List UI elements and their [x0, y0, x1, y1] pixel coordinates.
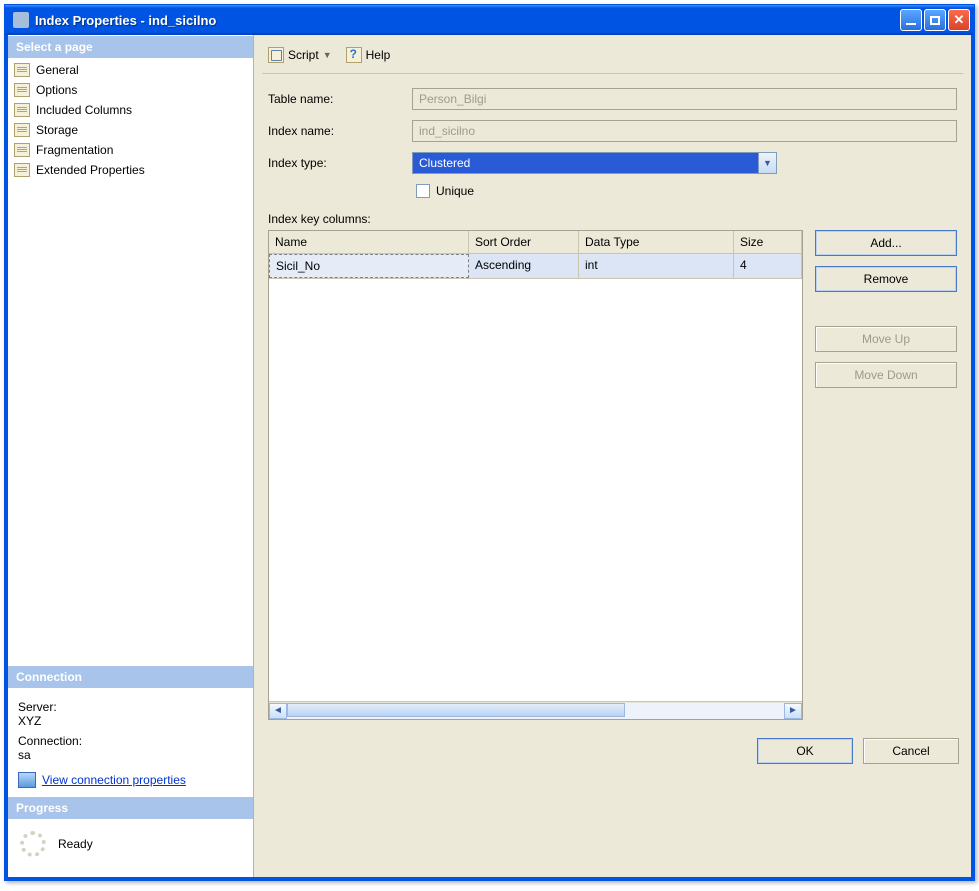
connection-value: sa: [18, 748, 243, 762]
help-label: Help: [366, 48, 391, 62]
page-icon: [14, 123, 30, 137]
window-title: Index Properties - ind_sicilno: [35, 13, 900, 28]
index-key-columns-label: Index key columns:: [268, 212, 957, 226]
sidebar-item-storage[interactable]: Storage: [8, 120, 253, 140]
page-list: General Options Included Columns Storage…: [8, 58, 253, 182]
index-name-label: Index name:: [268, 124, 408, 138]
sidebar-item-label: Included Columns: [36, 103, 132, 117]
sidebar-item-label: Options: [36, 83, 77, 97]
progress-header: Progress: [8, 796, 253, 819]
dialog-buttons: OK Cancel: [262, 724, 963, 768]
cell-data-type: int: [579, 254, 734, 278]
sidebar-item-label: Extended Properties: [36, 163, 145, 177]
sidebar-item-label: General: [36, 63, 79, 77]
index-type-combobox[interactable]: Clustered ▼: [412, 152, 777, 174]
close-button[interactable]: ✕: [948, 9, 970, 31]
script-label: Script: [288, 48, 319, 62]
server-value: XYZ: [18, 714, 243, 728]
move-down-button: Move Down: [815, 362, 957, 388]
col-header-name[interactable]: Name: [269, 231, 469, 253]
chevron-down-icon[interactable]: ▼: [323, 50, 332, 60]
app-icon: [13, 12, 29, 28]
main-panel: Script ▼ Help Table name: Index name:: [254, 35, 971, 877]
sidebar-spacer: [8, 182, 253, 665]
titlebar[interactable]: Index Properties - ind_sicilno ✕: [5, 5, 974, 35]
page-icon: [14, 83, 30, 97]
scroll-track[interactable]: [287, 703, 784, 719]
script-icon: [268, 47, 284, 63]
cell-name[interactable]: Sicil_No: [269, 254, 469, 278]
cancel-button[interactable]: Cancel: [863, 738, 959, 764]
sidebar-item-label: Fragmentation: [36, 143, 113, 157]
connection-header: Connection: [8, 665, 253, 688]
table-name-label: Table name:: [268, 92, 408, 106]
table-name-field: [412, 88, 957, 110]
toolbar: Script ▼ Help: [262, 41, 963, 74]
client-area: Select a page General Options Included C…: [5, 35, 974, 880]
col-header-sort-order[interactable]: Sort Order: [469, 231, 579, 253]
grid-body: [269, 279, 802, 701]
help-icon: [346, 47, 362, 63]
ok-button[interactable]: OK: [757, 738, 853, 764]
select-page-header: Select a page: [8, 35, 253, 58]
scroll-left-button[interactable]: ◄: [269, 703, 287, 719]
sidebar-item-included-columns[interactable]: Included Columns: [8, 100, 253, 120]
maximize-button[interactable]: [924, 9, 946, 31]
scroll-thumb[interactable]: [287, 703, 625, 717]
cell-size: 4: [734, 254, 802, 278]
unique-label: Unique: [436, 184, 474, 198]
sidebar-item-extended-properties[interactable]: Extended Properties: [8, 160, 253, 180]
page-icon: [14, 63, 30, 77]
dialog-window: Index Properties - ind_sicilno ✕ Select …: [4, 4, 975, 881]
col-header-data-type[interactable]: Data Type: [579, 231, 734, 253]
index-type-value: Clustered: [419, 156, 758, 170]
page-icon: [14, 143, 30, 157]
sidebar-item-label: Storage: [36, 123, 78, 137]
script-button[interactable]: Script ▼: [264, 45, 336, 65]
minimize-button[interactable]: [900, 9, 922, 31]
move-up-button: Move Up: [815, 326, 957, 352]
connection-properties-icon: [18, 772, 36, 788]
table-row[interactable]: Sicil_No Ascending int 4: [269, 254, 802, 279]
page-icon: [14, 163, 30, 177]
grid-header: Name Sort Order Data Type Size: [269, 231, 802, 254]
sidebar-item-fragmentation[interactable]: Fragmentation: [8, 140, 253, 160]
sidebar-item-general[interactable]: General: [8, 60, 253, 80]
add-button[interactable]: Add...: [815, 230, 957, 256]
sidebar-item-options[interactable]: Options: [8, 80, 253, 100]
form-area: Table name: Index name: Index type: Clus…: [262, 74, 963, 724]
connection-panel: Server: XYZ Connection: sa View connecti…: [8, 688, 253, 796]
col-header-size[interactable]: Size: [734, 231, 802, 253]
server-label: Server:: [18, 700, 243, 714]
progress-status: Ready: [58, 837, 93, 851]
page-icon: [14, 103, 30, 117]
progress-panel: Ready: [8, 819, 253, 877]
index-type-label: Index type:: [268, 156, 408, 170]
remove-button[interactable]: Remove: [815, 266, 957, 292]
unique-checkbox[interactable]: [416, 184, 430, 198]
cell-sort-order: Ascending: [469, 254, 579, 278]
chevron-down-icon[interactable]: ▼: [758, 153, 776, 173]
view-connection-properties-link[interactable]: View connection properties: [42, 773, 186, 787]
help-button[interactable]: Help: [342, 45, 395, 65]
progress-spinner-icon: [20, 831, 46, 857]
grid-area: Name Sort Order Data Type Size Sicil_No …: [268, 230, 957, 720]
grid-buttons: Add... Remove Move Up Move Down: [815, 230, 957, 720]
horizontal-scrollbar[interactable]: ◄ ►: [269, 701, 802, 719]
sidebar: Select a page General Options Included C…: [8, 35, 254, 877]
connection-label: Connection:: [18, 734, 243, 748]
index-name-field: [412, 120, 957, 142]
scroll-right-button[interactable]: ►: [784, 703, 802, 719]
index-columns-grid[interactable]: Name Sort Order Data Type Size Sicil_No …: [268, 230, 803, 720]
